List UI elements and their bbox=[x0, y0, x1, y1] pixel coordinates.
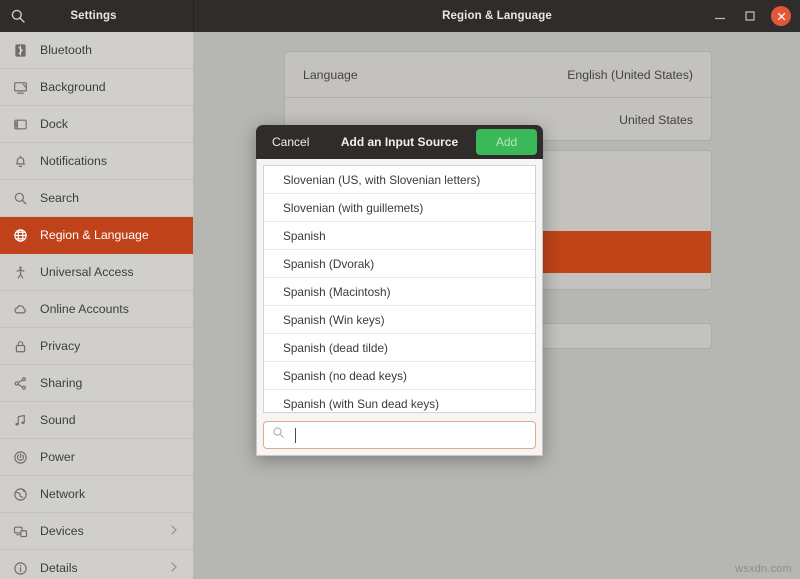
language-row-value: English (United States) bbox=[567, 68, 693, 82]
sidebar-titlebar: Settings bbox=[0, 0, 194, 32]
sidebar-item-label: Notifications bbox=[40, 154, 193, 168]
sidebar-item-search[interactable]: Search bbox=[0, 180, 193, 217]
sidebar-item-bluetooth[interactable]: Bluetooth bbox=[0, 32, 193, 69]
chevron-right-icon bbox=[169, 524, 179, 539]
minimize-button[interactable] bbox=[711, 7, 729, 25]
bell-icon bbox=[12, 153, 29, 170]
list-item[interactable]: Spanish (with Sun dead keys) bbox=[264, 390, 535, 413]
sidebar-item-label: Bluetooth bbox=[40, 43, 193, 57]
list-item[interactable]: Spanish (no dead keys) bbox=[264, 362, 535, 390]
sidebar-item-label: Universal Access bbox=[40, 265, 193, 279]
sidebar-item-label: Online Accounts bbox=[40, 302, 193, 316]
dock-icon bbox=[12, 116, 29, 133]
input-source-list[interactable]: Slovenian (US, with Slovenian letters)Sl… bbox=[263, 165, 536, 413]
cloud-icon bbox=[12, 301, 29, 318]
list-item[interactable]: Spanish (Win keys) bbox=[264, 306, 535, 334]
add-input-source-dialog: Cancel Add an Input Source Add Slovenian… bbox=[256, 125, 543, 456]
language-row[interactable]: Language English (United States) bbox=[285, 52, 711, 97]
settings-window: Settings Region & Language Blu bbox=[0, 0, 800, 579]
sidebar-item-label: Search bbox=[40, 191, 193, 205]
dialog-body: Slovenian (US, with Slovenian letters)Sl… bbox=[256, 159, 543, 456]
search-field[interactable] bbox=[263, 421, 536, 449]
sidebar-item-power[interactable]: Power bbox=[0, 439, 193, 476]
sidebar-item-universal-access[interactable]: Universal Access bbox=[0, 254, 193, 291]
window-titlebar: Region & Language bbox=[194, 0, 800, 32]
sidebar-item-label: Sharing bbox=[40, 376, 193, 390]
sidebar-item-region-language[interactable]: Region & Language bbox=[0, 217, 193, 254]
sidebar-item-label: Details bbox=[40, 561, 169, 575]
list-item[interactable]: Slovenian (US, with Slovenian letters) bbox=[264, 166, 535, 194]
sidebar-item-sharing[interactable]: Sharing bbox=[0, 365, 193, 402]
sidebar-item-label: Dock bbox=[40, 117, 193, 131]
sidebar-item-sound[interactable]: Sound bbox=[0, 402, 193, 439]
watermark: wsxdn.com bbox=[735, 563, 792, 575]
sidebar-item-label: Devices bbox=[40, 524, 169, 538]
search-icon bbox=[12, 190, 29, 207]
search-input[interactable] bbox=[292, 428, 527, 442]
sidebar-item-notifications[interactable]: Notifications bbox=[0, 143, 193, 180]
add-button[interactable]: Add bbox=[476, 129, 537, 155]
sidebar-title: Settings bbox=[70, 10, 122, 22]
list-item[interactable]: Spanish bbox=[264, 222, 535, 250]
bluetooth-icon bbox=[12, 42, 29, 59]
list-item[interactable]: Slovenian (with guillemets) bbox=[264, 194, 535, 222]
sidebar-item-background[interactable]: Background bbox=[0, 69, 193, 106]
list-item[interactable]: Spanish (Macintosh) bbox=[264, 278, 535, 306]
sidebar-item-dock[interactable]: Dock bbox=[0, 106, 193, 143]
share-icon bbox=[12, 375, 29, 392]
accessibility-icon bbox=[12, 264, 29, 281]
text-caret bbox=[295, 428, 296, 443]
sidebar-item-label: Privacy bbox=[40, 339, 193, 353]
dialog-header: Cancel Add an Input Source Add bbox=[256, 125, 543, 159]
sidebar-item-label: Region & Language bbox=[40, 228, 193, 242]
window-controls bbox=[711, 0, 791, 32]
search-icon bbox=[272, 426, 285, 444]
maximize-button[interactable] bbox=[741, 7, 759, 25]
sidebar-item-privacy[interactable]: Privacy bbox=[0, 328, 193, 365]
sidebar-item-label: Power bbox=[40, 450, 193, 464]
formats-row-value: United States bbox=[619, 113, 693, 127]
power-icon bbox=[12, 449, 29, 466]
sidebar-item-online-accounts[interactable]: Online Accounts bbox=[0, 291, 193, 328]
settings-sidebar[interactable]: Bluetooth Background Dock Notifications Sear… bbox=[0, 32, 194, 579]
close-icon bbox=[776, 11, 787, 22]
sidebar-item-label: Background bbox=[40, 80, 193, 94]
background-icon bbox=[12, 79, 29, 96]
sidebar-item-label: Network bbox=[40, 487, 193, 501]
search-icon[interactable] bbox=[10, 8, 26, 24]
language-row-label: Language bbox=[303, 68, 567, 82]
sidebar-item-label: Sound bbox=[40, 413, 193, 427]
info-icon bbox=[12, 560, 29, 577]
sidebar-item-network[interactable]: Network bbox=[0, 476, 193, 513]
chevron-right-icon bbox=[169, 561, 179, 576]
music-note-icon bbox=[12, 412, 29, 429]
list-item[interactable]: Spanish (dead tilde) bbox=[264, 334, 535, 362]
window-title: Region & Language bbox=[442, 10, 552, 22]
list-item[interactable]: Spanish (Dvorak) bbox=[264, 250, 535, 278]
sidebar-item-devices[interactable]: Devices bbox=[0, 513, 193, 550]
sidebar-item-details[interactable]: Details bbox=[0, 550, 193, 579]
globe-icon bbox=[12, 227, 29, 244]
close-button[interactable] bbox=[771, 6, 791, 26]
network-globe-icon bbox=[12, 486, 29, 503]
devices-icon bbox=[12, 523, 29, 540]
cancel-button[interactable]: Cancel bbox=[262, 130, 319, 154]
lock-icon bbox=[12, 338, 29, 355]
